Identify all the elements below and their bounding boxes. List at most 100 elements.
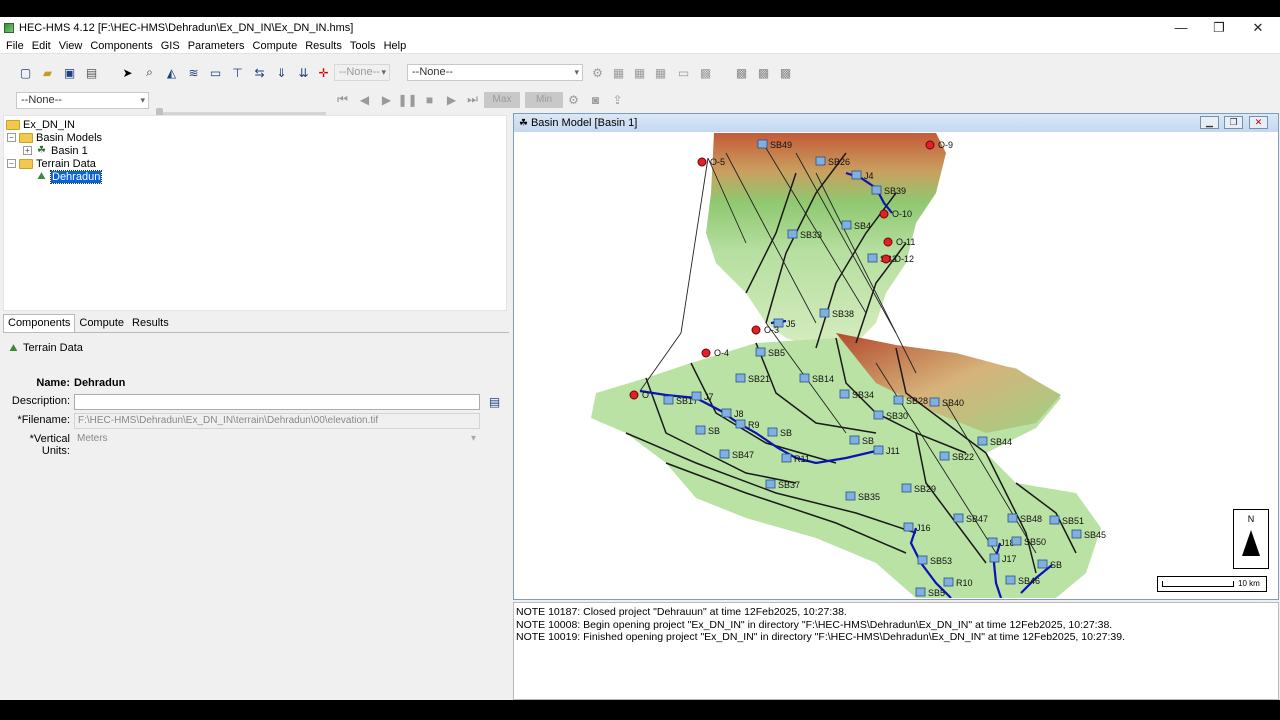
maximize-button[interactable]: ❐ [1200, 17, 1238, 38]
outlet-element[interactable]: O-12 [881, 254, 914, 264]
graph-icon[interactable]: ▦ [632, 65, 647, 80]
min-button[interactable]: Min [525, 92, 563, 108]
source-tool-icon[interactable]: ⇓ [274, 65, 289, 80]
outlet-element[interactable]: O-5 [697, 157, 725, 167]
print-icon[interactable]: ▤ [84, 65, 99, 80]
table-icon[interactable]: ▦ [611, 65, 626, 80]
outlet-element[interactable]: O-11 [883, 237, 915, 247]
tab-components[interactable]: Components [3, 314, 76, 332]
subbasin-label: SB39 [884, 186, 906, 196]
outlet-element[interactable]: O-4 [701, 348, 729, 358]
component-editor: ⛰ Terrain Data Name: Dehradun Descriptio… [3, 336, 509, 700]
max-button[interactable]: Max [484, 92, 520, 108]
new-icon[interactable]: ▢ [18, 65, 33, 80]
basin-map-canvas[interactable]: SB49SB26J4SB39SB4SB33SB3SB38J5SB5SB21SB1… [516, 133, 1276, 598]
menu-results[interactable]: Results [301, 40, 346, 52]
collapse-icon[interactable]: − [7, 159, 16, 168]
outlet-label: O-3 [764, 325, 779, 335]
outlet-icon [701, 348, 711, 358]
tool-combo[interactable]: --None-- ▾ [334, 64, 390, 81]
close-button[interactable]: ✕ [1239, 17, 1277, 38]
subbasin-icon [755, 347, 766, 357]
folder-icon [6, 119, 20, 130]
subbasin-icon [873, 445, 884, 455]
arrow-icon[interactable]: ➤ [120, 65, 135, 80]
outlet-icon [751, 325, 761, 335]
summary-icon[interactable]: ▦ [653, 65, 668, 80]
description-editor-icon[interactable]: ▤ [487, 394, 502, 409]
tree-node-project[interactable]: Ex_DN_IN [6, 118, 75, 131]
tree-node-dehradun[interactable]: ⛰ Dehradun [35, 169, 103, 184]
subbasin-icon [781, 453, 792, 463]
crosshair-icon[interactable]: ✛ [316, 65, 331, 80]
basin-close-button[interactable]: ✕ [1249, 116, 1268, 129]
outlet-element[interactable]: O-9 [925, 140, 953, 150]
chevron-down-icon: ▾ [140, 95, 145, 105]
expand-icon[interactable]: + [23, 146, 32, 155]
compute-icon[interactable]: ⚙ [590, 65, 605, 80]
tree-node-terrain-data[interactable]: − Terrain Data [7, 157, 96, 170]
subbasin-icon [735, 373, 746, 383]
reservoir-tool-icon[interactable]: ▭ [208, 65, 223, 80]
play-icon[interactable]: ▶ [379, 92, 394, 107]
run-selector[interactable]: --None-- ▾ [407, 64, 583, 81]
minimize-button[interactable]: — [1162, 17, 1200, 38]
camera-icon[interactable]: ◙ [588, 92, 603, 107]
gis-grid-3-icon[interactable]: ▩ [778, 65, 793, 80]
subbasin-label: SB38 [832, 309, 854, 319]
gis-grid-icon[interactable]: ▩ [734, 65, 749, 80]
save-icon[interactable]: ▣ [62, 65, 77, 80]
run-combo[interactable]: --None-- ▾ [16, 92, 149, 109]
collapse-icon[interactable]: − [7, 133, 16, 142]
menu-help[interactable]: Help [380, 40, 411, 52]
basin-window-titlebar[interactable]: ☘ Basin Model [Basin 1] ▁ ❐ ✕ [514, 114, 1278, 132]
subbasin-icon [841, 220, 852, 230]
filename-field[interactable]: F:\HEC-HMS\Dehradun\Ex_DN_IN\terrain\Deh… [74, 413, 480, 429]
subbasin-icon [819, 308, 830, 318]
gis-grid-2-icon[interactable]: ▩ [756, 65, 771, 80]
open-icon[interactable]: ▰ [40, 65, 55, 80]
menu-edit[interactable]: Edit [28, 40, 55, 52]
time-series-icon[interactable]: ▭ [676, 65, 691, 80]
subbasin-label: J5 [786, 319, 796, 329]
tree-node-basin-1[interactable]: + ☘ Basin 1 [23, 144, 88, 157]
export-icon[interactable]: ⇪ [610, 92, 625, 107]
subbasin-tool-icon[interactable]: ◭ [164, 65, 179, 80]
reach-tool-icon[interactable]: ≋ [186, 65, 201, 80]
menu-compute[interactable]: Compute [249, 40, 302, 52]
tree-node-dehradun-label: Dehradun [49, 169, 103, 184]
pause-icon[interactable]: ❚❚ [397, 92, 417, 107]
subbasin-label: SB46 [1018, 576, 1040, 586]
tab-results[interactable]: Results [128, 315, 173, 332]
basin-restore-button[interactable]: ❐ [1224, 116, 1243, 129]
step-back-icon[interactable]: ◀ [357, 92, 372, 107]
subbasin-icon [977, 436, 988, 446]
description-input[interactable] [74, 394, 480, 410]
scale-bar: 10 km [1157, 576, 1267, 592]
results-icon[interactable]: ▩ [698, 65, 713, 80]
menu-components[interactable]: Components [86, 40, 156, 52]
outlet-element[interactable]: O-10 [879, 209, 912, 219]
sink-tool-icon[interactable]: ⇊ [296, 65, 311, 80]
settings-icon[interactable]: ⚙ [566, 92, 581, 107]
basin-minimize-button[interactable]: ▁ [1200, 116, 1219, 129]
menu-file[interactable]: File [2, 40, 28, 52]
junction-tool-icon[interactable]: ⊤ [230, 65, 245, 80]
step-forward-icon[interactable]: ▶ [444, 92, 459, 107]
menu-tools[interactable]: Tools [346, 40, 380, 52]
menu-parameters[interactable]: Parameters [184, 40, 249, 52]
stop-icon[interactable]: ■ [422, 92, 437, 107]
basin-map[interactable]: SB49SB26J4SB39SB4SB33SB3SB38J5SB5SB21SB1… [516, 133, 1276, 598]
diversion-tool-icon[interactable]: ⇆ [252, 65, 267, 80]
name-value: Dehradun [74, 377, 126, 389]
tree-node-basin-models[interactable]: − Basin Models [7, 131, 102, 144]
run-selector-value: --None-- [412, 66, 453, 78]
vertical-units-select[interactable]: Meters ▾ [74, 432, 480, 448]
fast-forward-icon[interactable]: ⏭ [465, 92, 480, 107]
menu-gis[interactable]: GIS [157, 40, 184, 52]
tab-compute[interactable]: Compute [75, 315, 128, 332]
rewind-icon[interactable]: ⏮ [335, 92, 350, 107]
outlet-element[interactable]: O-3 [751, 325, 779, 335]
zoom-icon[interactable]: ⌕ [142, 65, 157, 80]
menu-view[interactable]: View [55, 40, 87, 52]
